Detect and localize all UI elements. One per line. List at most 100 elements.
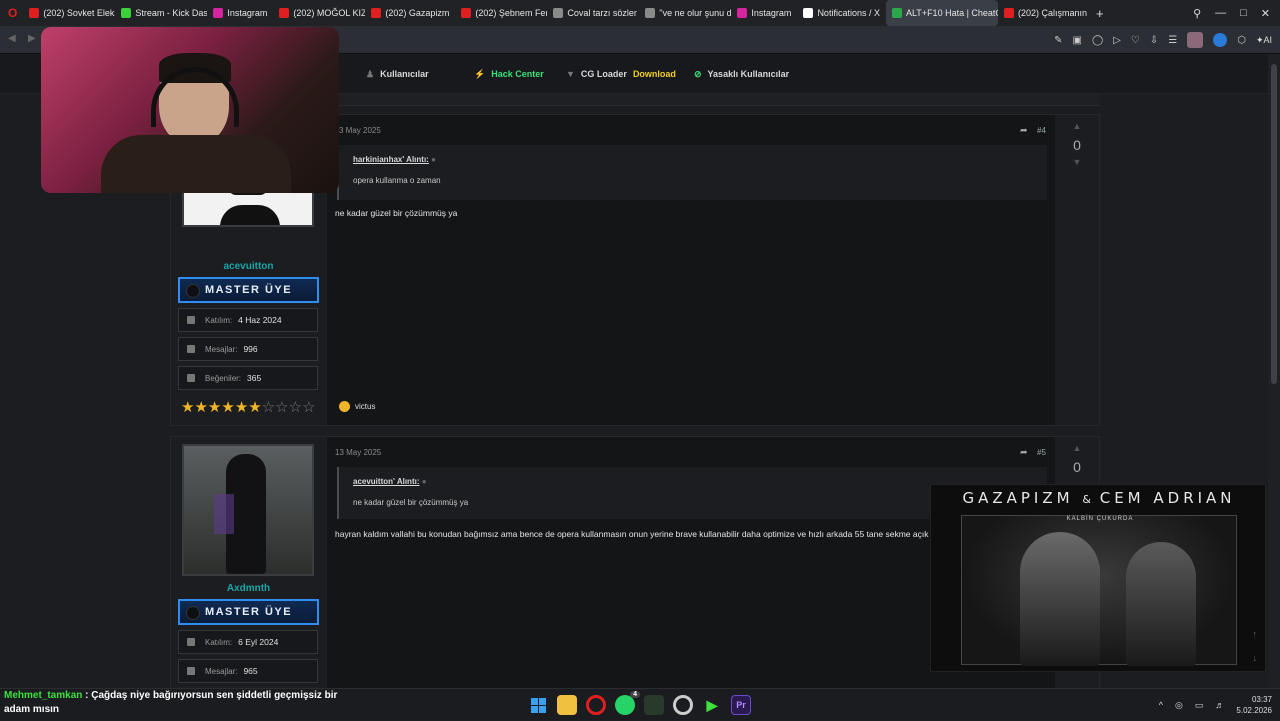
browser-tab[interactable]: Notifications / X: [797, 0, 886, 26]
premiere-icon[interactable]: Pr: [731, 695, 751, 715]
maximize-icon[interactable]: □: [1240, 7, 1247, 19]
profile-avatar[interactable]: [1187, 32, 1204, 48]
download-icon[interactable]: ⇩: [1150, 35, 1158, 46]
star-icon: ★: [234, 399, 249, 416]
volume-icon[interactable]: ♬: [1215, 700, 1224, 710]
quote-link-icon[interactable]: ●: [422, 477, 427, 486]
cube-icon[interactable]: ⬡: [1237, 35, 1246, 46]
chrome-icon[interactable]: [673, 695, 693, 715]
scroll-up-icon[interactable]: ↑: [1253, 629, 1258, 639]
star-icon: ☆: [275, 399, 289, 416]
star-icon: ★: [181, 399, 195, 416]
reaction-bar[interactable]: victus: [339, 401, 375, 412]
opera-icon[interactable]: [586, 695, 606, 715]
calendar-icon: [187, 638, 195, 646]
browser-tab[interactable]: (202) Çalışmanın Bi: [998, 0, 1090, 26]
terminal-icon[interactable]: [644, 695, 664, 715]
star-icon: ★: [221, 399, 235, 416]
info-value: 4 Haz 2024: [238, 315, 282, 325]
tab-favicon-icon: [553, 8, 564, 18]
browser-tab[interactable]: Instagram: [207, 0, 273, 26]
username[interactable]: Axdmnth: [171, 583, 326, 594]
tab-label: (202) MOĞOL KIZI: [293, 8, 366, 18]
ai-label: AI: [1263, 34, 1272, 45]
info-joined: Katılım: 4 Haz 2024: [178, 308, 318, 332]
windows-start-icon[interactable]: [528, 695, 548, 715]
minimize-icon[interactable]: —: [1215, 7, 1226, 19]
tab-favicon-icon: [891, 8, 902, 18]
browser-tab[interactable]: (202) Sovket Elekbe: [23, 0, 115, 26]
streamer-body: [101, 135, 291, 193]
browser-tab-bar: O (202) Sovket Elekbe Stream - Kick Dashb…: [0, 0, 1280, 26]
opera-logo-icon[interactable]: O: [0, 6, 23, 20]
chat-user: Mehmet_tamkan: [4, 690, 83, 701]
chevron-up-icon[interactable]: ^: [1159, 700, 1163, 710]
upvote-icon[interactable]: ▲: [1055, 443, 1099, 453]
scroll-down-icon[interactable]: ↓: [1253, 653, 1258, 663]
edit-icon[interactable]: ✎: [1054, 35, 1062, 46]
upvote-icon[interactable]: ▲: [1055, 121, 1099, 131]
scrollbar-thumb[interactable]: [1271, 64, 1277, 384]
info-messages: Mesajlar: 965: [178, 659, 318, 683]
browser-tab[interactable]: (202) MOĞOL KIZI: [273, 0, 365, 26]
browser-tab[interactable]: ALT+F10 Hata | CheatGlo: [885, 0, 998, 26]
post-number[interactable]: #5: [1037, 448, 1046, 457]
rank-label: MASTER ÜYE: [204, 606, 293, 618]
nav-kullanicilar[interactable]: ♟ Kullanıcılar: [366, 54, 429, 94]
display-icon[interactable]: ▭: [1195, 700, 1204, 711]
nav-banned-users[interactable]: ⊘ Yasaklı Kullanıcılar: [694, 54, 789, 94]
close-icon[interactable]: ✕: [1261, 7, 1270, 20]
browser-tab[interactable]: Stream - Kick Dashb: [115, 0, 207, 26]
avatar[interactable]: [182, 444, 314, 576]
back-icon[interactable]: ◀: [8, 33, 16, 44]
whatsapp-icon[interactable]: 4: [615, 691, 640, 715]
forward-icon[interactable]: ▶: [28, 33, 36, 44]
browser-tab[interactable]: (202) Şebnem Feral: [455, 0, 547, 26]
user-icon: ♟: [366, 68, 375, 79]
system-tray: ^ ◎ ▭ ♬ 03:37 5.02.2026: [1159, 689, 1272, 721]
play-icon[interactable]: ▷: [1113, 35, 1121, 46]
tab-label: (202) Şebnem Feral: [475, 8, 547, 18]
info-label: Katılım:: [205, 315, 233, 325]
browser-tab[interactable]: (202) Gazapizm: [365, 0, 455, 26]
page-scrollbar[interactable]: [1268, 54, 1280, 688]
tab-favicon-icon: [645, 8, 656, 18]
microphone-icon[interactable]: ◎: [1175, 700, 1183, 711]
tab-label: (202) Sovket Elekbe: [43, 8, 115, 18]
username[interactable]: acevuitton: [171, 261, 326, 272]
info-label: Katılım:: [205, 637, 233, 647]
quote-author[interactable]: acevuitton' Alıntı:: [353, 477, 420, 486]
post-number[interactable]: #4: [1037, 126, 1046, 135]
chat-overlay: Mehmet_tamkan : Çağdaş niye bağırıyorsun…: [4, 690, 338, 715]
nav-hack-center[interactable]: ⚡ Hack Center: [474, 54, 544, 94]
shield-icon[interactable]: ◯: [1092, 35, 1103, 46]
calendar-icon: [187, 316, 195, 324]
nav-label-extra: Download: [632, 69, 676, 79]
ai-button[interactable]: ✦AI: [1256, 35, 1272, 46]
rank-label: MASTER ÜYE: [204, 284, 293, 296]
browser-tab[interactable]: Instagram: [731, 0, 797, 26]
info-label: Mesajlar:: [205, 666, 238, 676]
share-icon[interactable]: ➦: [1020, 125, 1028, 136]
browser-tab[interactable]: Coval tarzı sözler: [547, 0, 639, 26]
kick-icon[interactable]: ▶: [702, 695, 722, 715]
nav-cg-loader[interactable]: ▼ CG Loader Download: [566, 54, 676, 94]
nav-label: CG Loader: [580, 69, 627, 79]
quote-link-icon[interactable]: ●: [431, 155, 436, 164]
search-icon[interactable]: ⚲: [1193, 7, 1201, 20]
tab-label: Notifications / X: [817, 8, 880, 18]
heart-icon[interactable]: ♡: [1131, 35, 1140, 46]
reaction-user[interactable]: victus: [355, 402, 375, 411]
camera-icon[interactable]: ▣: [1073, 35, 1082, 46]
quote-author[interactable]: harkinianhax' Alıntı:: [353, 155, 429, 164]
album-art: KALBİN ÇUKURDA: [961, 515, 1237, 666]
browser-tab[interactable]: "ve ne olur şunu da: [639, 0, 731, 26]
share-icon[interactable]: ➦: [1020, 447, 1028, 458]
downvote-icon[interactable]: ▼: [1055, 157, 1099, 167]
vpn-icon[interactable]: [1213, 33, 1228, 47]
star-icon: ★: [194, 399, 208, 416]
clock[interactable]: 03:37 5.02.2026: [1236, 694, 1272, 716]
menu-icon[interactable]: ☰: [1168, 35, 1177, 46]
file-explorer-icon[interactable]: [557, 695, 577, 715]
new-tab-icon[interactable]: +: [1090, 6, 1110, 21]
